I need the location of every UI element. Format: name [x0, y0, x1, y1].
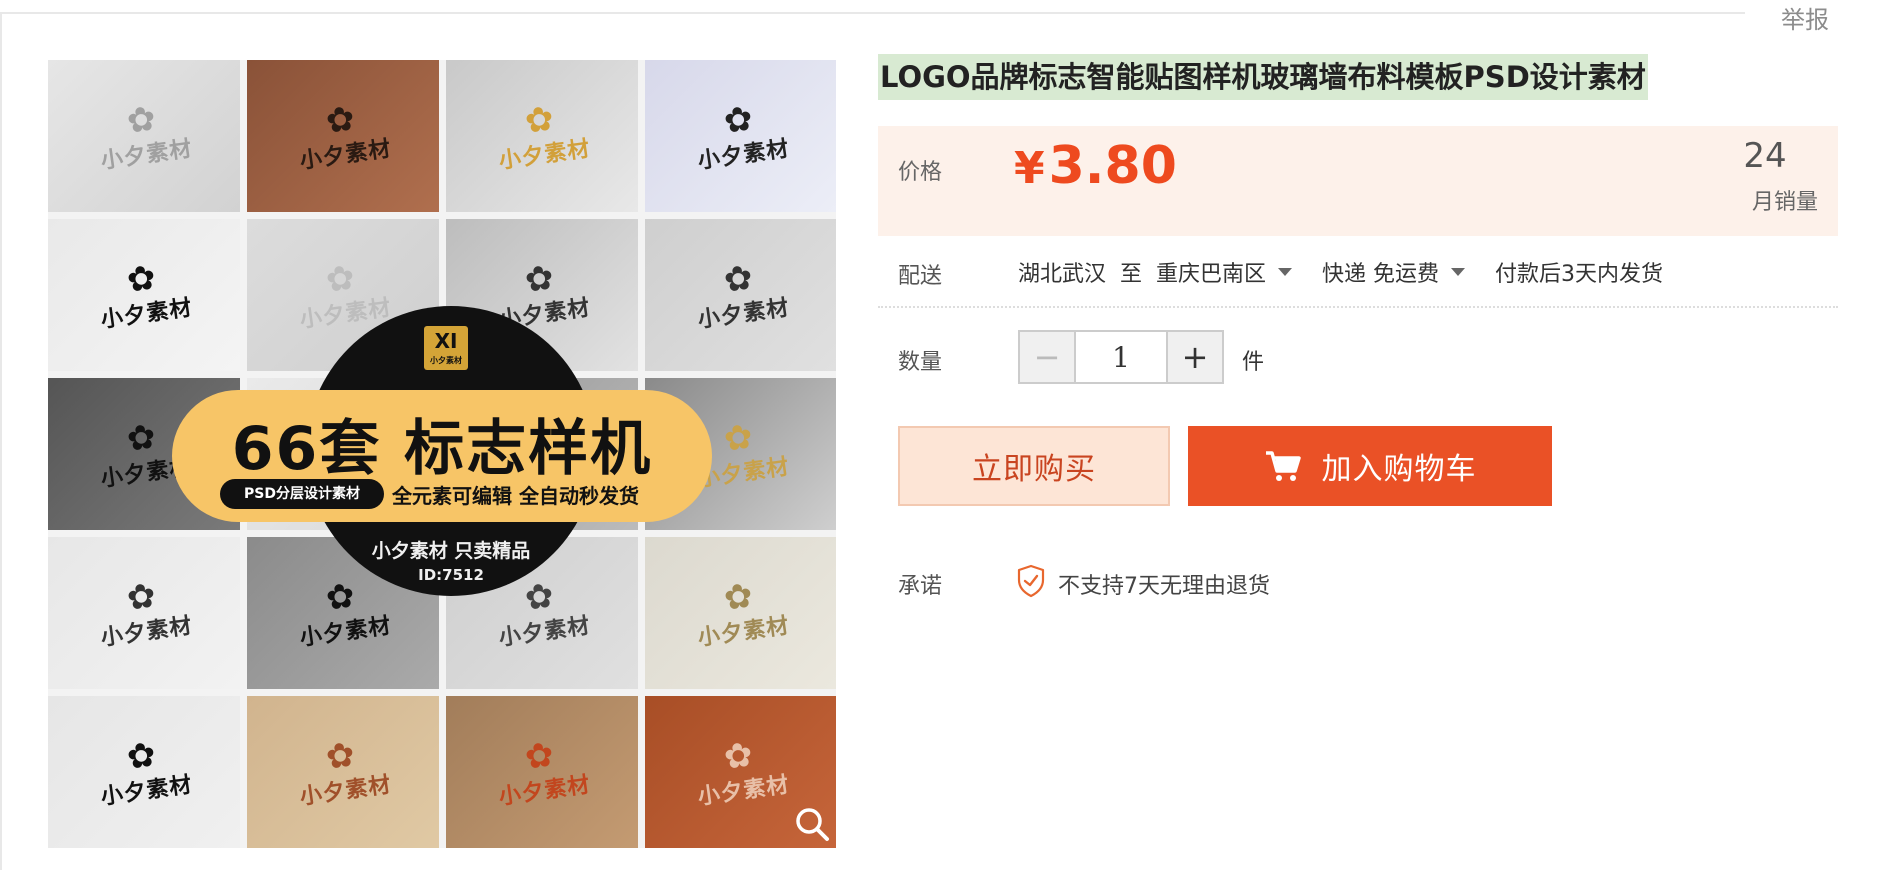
frame-border-left [0, 12, 2, 870]
report-link[interactable]: 举报 [1755, 0, 1855, 35]
monthly-sales-count: 24 [1743, 136, 1787, 176]
tile-logo-mark: ✿小夕素材 [497, 575, 593, 652]
currency-symbol: ¥ [1014, 143, 1045, 194]
promo-footer: 小夕素材 只卖精品 [371, 540, 531, 562]
promo-headline: 66套 标志样机 [231, 414, 653, 484]
tile-logo-mark: ✿小夕素材 [99, 98, 195, 175]
mockup-tile: ✿小夕素材 [645, 219, 836, 371]
tile-logo-mark: ✿小夕素材 [696, 257, 792, 334]
shipping-info: 湖北武汉 至 重庆巴南区 快递 免运费 付款后3天内发货 [1018, 256, 1677, 288]
promise-label: 承诺 [898, 574, 943, 599]
ship-destination: 重庆巴南区 [1156, 262, 1267, 287]
mockup-tile: ✿小夕素材 [645, 537, 836, 689]
quantity-increase-button[interactable]: + [1168, 332, 1222, 382]
brand-badge-subtext: 小夕素材 [430, 356, 462, 365]
buy-now-button[interactable]: 立即购买 [898, 426, 1170, 506]
brand-badge-text: XI [434, 329, 458, 353]
promise-text: 不支持7天无理由退货 [1058, 574, 1270, 599]
monthly-sales-label: 月销量 [1751, 190, 1818, 215]
price-label: 价格 [898, 160, 943, 185]
tile-logo-mark: ✿小夕素材 [298, 257, 394, 334]
frame-border-top [0, 12, 1745, 14]
ship-delivery-time: 付款后3天内发货 [1495, 262, 1664, 287]
tile-logo-mark: ✿小夕素材 [497, 98, 593, 175]
mockup-tile: ✿小夕素材 [446, 696, 638, 848]
chevron-down-icon[interactable] [1451, 268, 1466, 276]
mockup-tile: ✿小夕素材 [645, 60, 836, 212]
ship-to-word: 至 [1120, 262, 1143, 287]
ship-method-select[interactable]: 快递 免运费 [1322, 256, 1466, 288]
ship-destination-select[interactable]: 重庆巴南区 [1156, 256, 1293, 288]
add-to-cart-button[interactable]: 加入购物车 [1188, 426, 1552, 506]
price-amount: 3.80 [1048, 136, 1177, 196]
divider [878, 306, 1838, 308]
quantity-stepper: − + [1018, 330, 1224, 384]
price-panel: 价格 ¥3.80 24 月销量 [878, 126, 1838, 236]
mockup-tile: ✿小夕素材 [446, 60, 638, 212]
quantity-label: 数量 [898, 350, 943, 375]
product-main-image[interactable]: ✿ 小夕素材 ✿ 小夕素材 ✿ 小夕素材 ✿ 小夕素材 ✿ 小夕素材 ✿ 小夕素材 ✿ 小夕素材 ✿ 小夕素材… [48, 60, 836, 848]
chevron-down-icon[interactable] [1278, 268, 1293, 276]
quantity-unit: 件 [1242, 350, 1265, 375]
quantity-input[interactable] [1074, 332, 1168, 382]
product-title: LOGO品牌标志智能贴图样机玻璃墙布料模板PSD设计素材 [878, 54, 1648, 100]
promo-id: ID:7512 [418, 566, 484, 584]
magnifier-icon[interactable] [792, 804, 832, 844]
mockup-tile: ✿小夕素材 [247, 60, 439, 212]
brand-badge: XI 小夕素材 [424, 326, 468, 370]
promo-features: 全元素可编辑 全自动秒发货 [392, 484, 639, 508]
tile-logo-mark: ✿小夕素材 [696, 98, 792, 175]
quantity-decrease-button[interactable]: − [1020, 332, 1074, 382]
promo-tag: PSD分层设计素材 [220, 479, 384, 509]
tile-logo-mark: ✿小夕素材 [298, 575, 394, 652]
tile-logo-mark: ✿小夕素材 [696, 734, 792, 811]
tile-logo-mark: ✿小夕素材 [99, 734, 195, 811]
ship-origin: 湖北武汉 [1018, 262, 1107, 287]
add-to-cart-label: 加入购物车 [1321, 452, 1477, 487]
tile-logo-mark: ✿小夕素材 [497, 734, 593, 811]
ship-method: 快递 免运费 [1322, 262, 1440, 287]
tile-logo-mark: ✿小夕素材 [99, 257, 195, 334]
tile-logo-mark: ✿小夕素材 [298, 734, 394, 811]
shield-check-icon [1017, 564, 1045, 598]
tile-logo-mark: ✿小夕素材 [298, 98, 394, 175]
mockup-tile: ✿小夕素材 [48, 537, 240, 689]
price-value: ¥3.80 [1014, 136, 1177, 196]
tile-logo-mark: ✿小夕素材 [99, 575, 195, 652]
mockup-tile: ✿小夕素材 [247, 696, 439, 848]
mockup-tile: ✿小夕素材 [48, 219, 240, 371]
mockup-tile: ✿小夕素材 [48, 696, 240, 848]
mockup-tile: ✿小夕素材 [48, 60, 240, 212]
shipping-label: 配送 [898, 264, 943, 289]
tile-logo-mark: ✿小夕素材 [696, 575, 792, 652]
shopping-cart-icon [1265, 451, 1301, 481]
